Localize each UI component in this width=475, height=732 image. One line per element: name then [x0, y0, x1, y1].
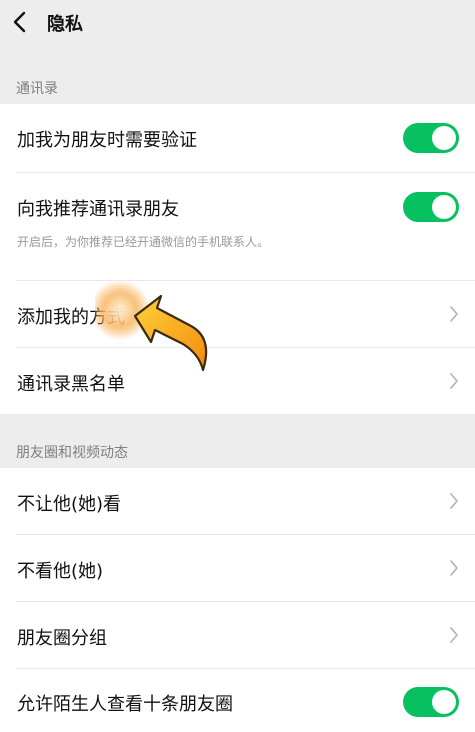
setting-row-verify-friend-requests[interactable]: 加我为朋友时需要验证 — [0, 104, 475, 172]
setting-row-contacts-blacklist[interactable]: 通讯录黑名单 — [0, 348, 475, 414]
setting-label: 通讯录黑名单 — [17, 374, 125, 395]
setting-row-moments-groups[interactable]: 朋友圈分组 — [0, 602, 475, 668]
toggle-knob — [432, 195, 456, 219]
setting-row-hide-moments-from[interactable]: 不让他(她)看 — [0, 468, 475, 534]
toggle-knob — [432, 126, 456, 150]
setting-label: 加我为朋友时需要验证 — [17, 130, 197, 151]
chevron-left-icon[interactable] — [10, 10, 32, 34]
chevron-right-icon — [450, 493, 458, 509]
top-bar: 隐私 — [0, 0, 475, 44]
chevron-right-icon — [450, 306, 458, 322]
contacts-settings-panel: 加我为朋友时需要验证 向我推荐通讯录朋友 开启后，为你推荐已经开通微信的手机联系… — [0, 104, 475, 414]
page-title: 隐私 — [47, 14, 83, 35]
recommend-contacts-toggle[interactable] — [403, 192, 459, 222]
setting-label: 向我推荐通讯录朋友 — [17, 199, 179, 220]
section-header-contacts: 通讯录 — [16, 81, 58, 97]
setting-label: 朋友圈分组 — [17, 628, 107, 649]
setting-label: 允许陌生人查看十条朋友圈 — [17, 694, 233, 715]
section-header-moments: 朋友圈和视频动态 — [16, 445, 128, 461]
setting-row-strangers-view-ten-posts[interactable]: 允许陌生人查看十条朋友圈 — [0, 669, 475, 732]
toggle-knob — [432, 690, 456, 714]
setting-row-ways-to-add-me[interactable]: 添加我的方式 — [0, 281, 475, 347]
verify-friend-requests-toggle[interactable] — [403, 123, 459, 153]
setting-description: 开启后，为你推荐已经开通微信的手机联系人。 — [17, 235, 270, 249]
strangers-view-ten-posts-toggle[interactable] — [403, 687, 459, 717]
chevron-right-icon — [450, 373, 458, 389]
setting-label: 不看他(她) — [17, 561, 104, 582]
setting-label: 不让他(她)看 — [17, 494, 122, 515]
setting-label: 添加我的方式 — [17, 307, 125, 328]
setting-row-recommend-contacts[interactable]: 向我推荐通讯录朋友 开启后，为你推荐已经开通微信的手机联系人。 — [0, 173, 475, 280]
chevron-right-icon — [450, 627, 458, 643]
chevron-right-icon — [450, 560, 458, 576]
moments-settings-panel: 不让他(她)看 不看他(她) 朋友圈分组 允许陌生人查看十条朋友圈 — [0, 468, 475, 732]
setting-row-hide-their-moments[interactable]: 不看他(她) — [0, 535, 475, 601]
